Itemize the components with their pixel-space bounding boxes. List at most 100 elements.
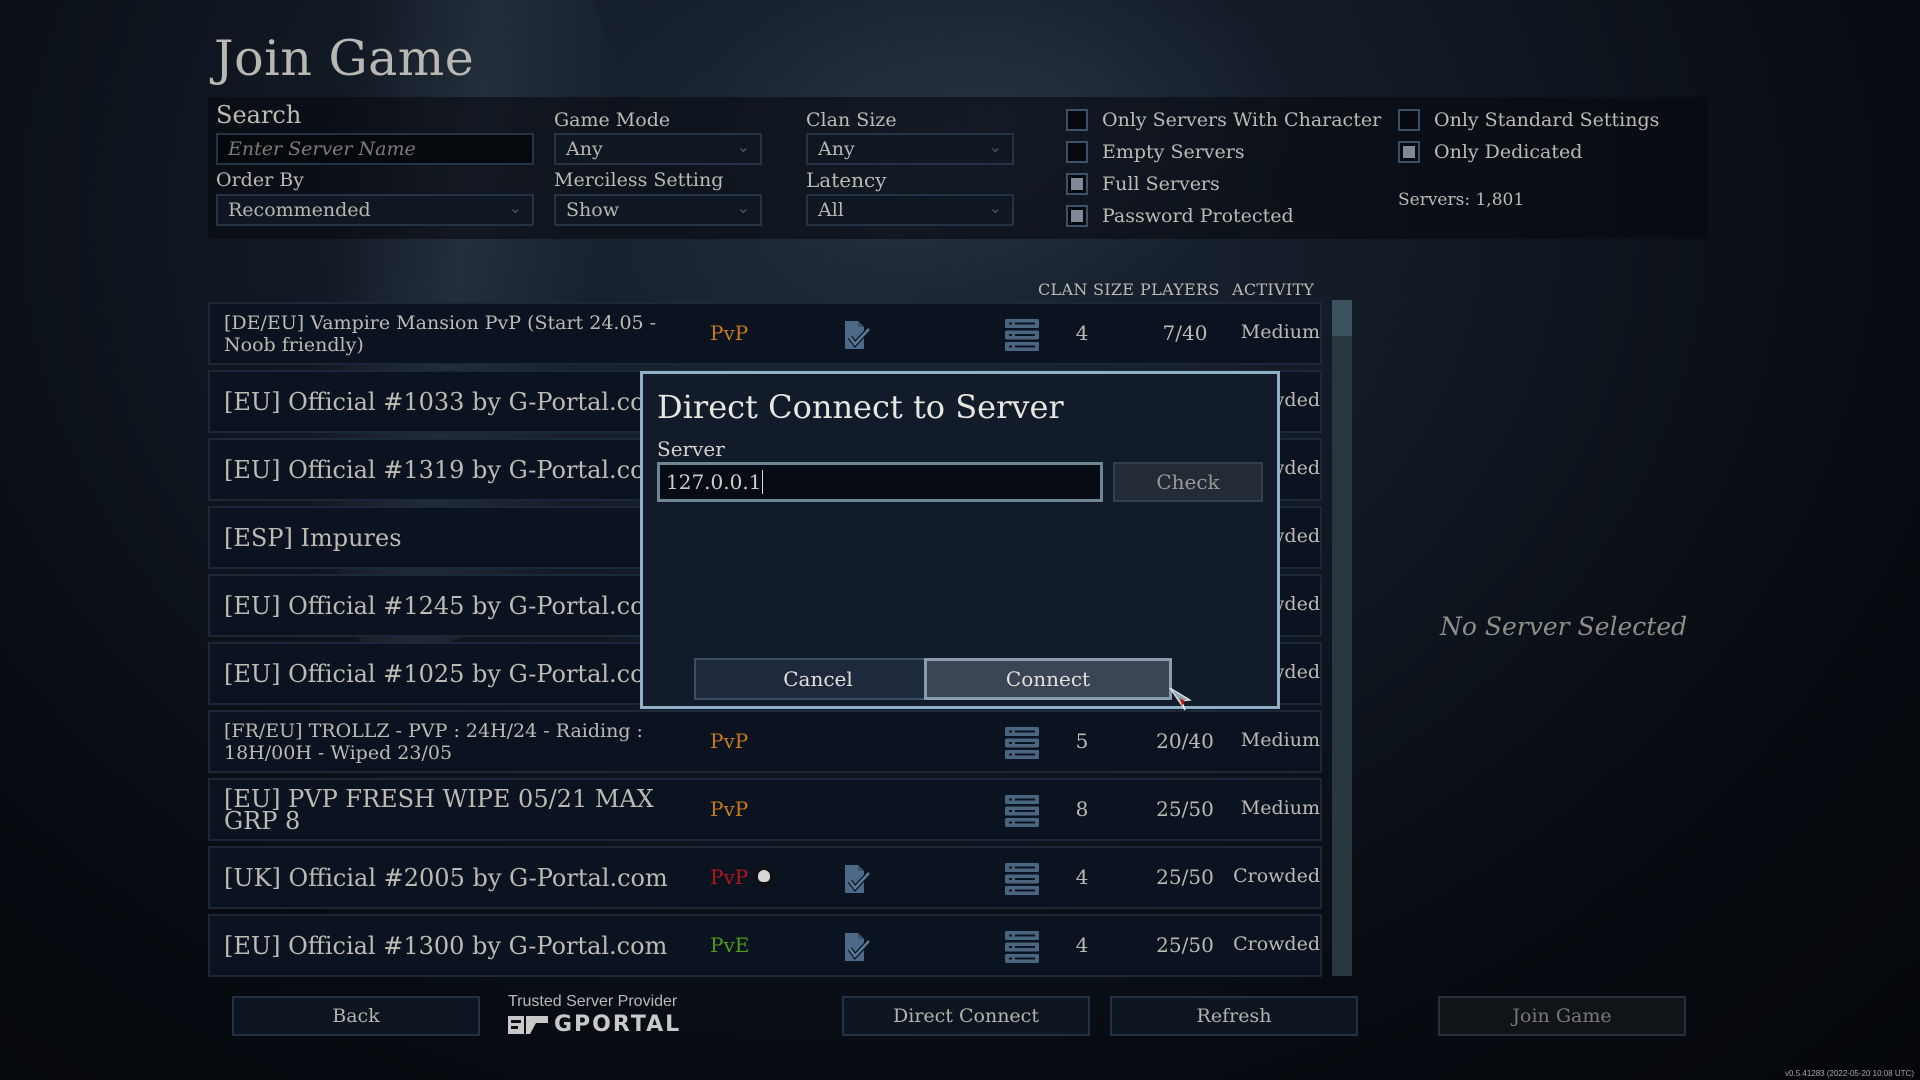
clan-size-icon — [1005, 727, 1039, 759]
server-name: [FR/EU] TROLLZ - PVP : 24H/24 - Raiding … — [224, 719, 643, 764]
text-caret — [762, 470, 764, 494]
player-count: 7/40 — [1162, 321, 1208, 345]
merciless-label: Merciless Setting — [554, 169, 724, 191]
chevron-down-icon: ⌄ — [988, 198, 1002, 217]
back-button[interactable]: Back — [232, 996, 480, 1036]
direct-connect-button[interactable]: Direct Connect — [842, 996, 1090, 1036]
server-count: Servers: 1,801 — [1398, 190, 1525, 210]
game-mode-tag: PvP — [710, 729, 748, 753]
clan-size-dropdown[interactable]: Any ⌄ — [806, 133, 1014, 165]
clan-size-value: Any — [818, 138, 855, 160]
refresh-button[interactable]: Refresh — [1110, 996, 1358, 1036]
server-address-label: Server — [657, 437, 725, 461]
chevron-down-icon: ⌄ — [736, 137, 750, 156]
official-server-icon — [845, 321, 871, 349]
clan-size-value: 4 — [1075, 933, 1089, 957]
check-button[interactable]: Check — [1113, 462, 1263, 502]
server-name: [EU] Official #1025 by G-Portal.com — [224, 659, 668, 688]
dialog-title: Direct Connect to Server — [657, 388, 1064, 426]
search-input[interactable]: Enter Server Name — [216, 133, 534, 165]
column-header-players[interactable]: PLAYERS — [1140, 280, 1220, 299]
cancel-button[interactable]: Cancel — [694, 658, 942, 700]
clan-size-value: 4 — [1075, 321, 1089, 345]
clan-size-icon — [1005, 795, 1039, 827]
order-by-label: Order By — [216, 169, 304, 191]
direct-connect-dialog: Direct Connect to Server Server 127.0.0.… — [640, 371, 1280, 709]
game-mode-text: PvP — [710, 321, 749, 345]
no-server-selected-text: No Server Selected — [1440, 612, 1688, 641]
game-mode-value: Any — [566, 138, 603, 160]
provider-name: GPORTAL — [554, 1012, 682, 1037]
gportal-provider-badge[interactable]: Trusted Server Provider GPORTAL — [508, 993, 681, 1037]
activity-level: Medium — [1240, 797, 1320, 819]
server-name: [EU] PVP FRESH WIPE 05/21 MAX GRP 8 — [224, 784, 654, 835]
server-row[interactable]: [DE/EU] Vampire Mansion PvP (Start 24.05… — [208, 302, 1322, 365]
merciless-skull-icon — [754, 867, 775, 887]
checkbox-only-dedicated[interactable]: Only Dedicated — [1398, 141, 1582, 163]
checkbox-box[interactable] — [1066, 141, 1088, 163]
join-game-button[interactable]: Join Game — [1438, 996, 1686, 1036]
column-header-activity[interactable]: ACTIVITY — [1232, 280, 1314, 299]
clan-size-value: 8 — [1075, 797, 1089, 821]
merciless-value: Show — [566, 199, 619, 221]
clan-size-value: 5 — [1075, 729, 1089, 753]
checkbox-only-servers-with-character[interactable]: Only Servers With Character — [1066, 109, 1381, 131]
chevron-down-icon: ⌄ — [508, 198, 522, 217]
server-row[interactable]: [EU] Official #1300 by G-Portal.com PvE … — [208, 914, 1322, 977]
page-title: Join Game — [214, 30, 475, 87]
server-name: [EU] Official #1319 by G-Portal.com — [224, 455, 668, 484]
server-row[interactable]: [UK] Official #2005 by G-Portal.com PvP … — [208, 846, 1322, 909]
checkbox-box[interactable] — [1066, 109, 1088, 131]
checkbox-only-standard-settings[interactable]: Only Standard Settings — [1398, 109, 1659, 131]
order-by-dropdown[interactable]: Recommended ⌄ — [216, 194, 534, 226]
game-mode-tag: PvP — [710, 797, 748, 821]
server-name: [ESP] Impures — [224, 523, 402, 552]
chevron-down-icon: ⌄ — [736, 198, 750, 217]
official-server-icon — [845, 865, 871, 893]
game-mode-text: PvE — [710, 933, 750, 957]
version-string: v0.5.41283 (2022-05-20 10:08 UTC) — [1785, 1069, 1914, 1078]
gportal-logo-icon — [508, 1015, 548, 1034]
checkbox-label: Only Dedicated — [1434, 141, 1583, 163]
order-by-value: Recommended — [228, 199, 371, 221]
checkbox-box[interactable] — [1066, 205, 1088, 227]
server-name: [EU] Official #1033 by G-Portal.com — [224, 387, 668, 416]
activity-level: Medium — [1240, 321, 1320, 343]
search-placeholder: Enter Server Name — [228, 138, 416, 160]
checkbox-box[interactable] — [1398, 109, 1420, 131]
activity-level: Crowded — [1233, 933, 1320, 955]
checkbox-box[interactable] — [1066, 173, 1088, 195]
player-count: 25/50 — [1156, 933, 1214, 957]
checkbox-full-servers[interactable]: Full Servers — [1066, 173, 1220, 195]
game-mode-label: Game Mode — [554, 109, 671, 131]
game-mode-tag: PvE — [710, 933, 749, 957]
server-row[interactable]: [FR/EU] TROLLZ - PVP : 24H/24 - Raiding … — [208, 710, 1322, 773]
server-row[interactable]: [EU] PVP FRESH WIPE 05/21 MAX GRP 8 PvP … — [208, 778, 1322, 841]
checkbox-empty-servers[interactable]: Empty Servers — [1066, 141, 1245, 163]
official-server-icon — [845, 933, 871, 961]
checkbox-label: Full Servers — [1102, 173, 1220, 195]
latency-dropdown[interactable]: All ⌄ — [806, 194, 1014, 226]
clan-size-icon — [1005, 319, 1039, 351]
server-address-input[interactable]: 127.0.0.1 — [657, 462, 1103, 502]
checkbox-password-protected[interactable]: Password Protected — [1066, 205, 1294, 227]
server-name: [EU] Official #1300 by G-Portal.com — [224, 931, 668, 960]
checkbox-label: Only Standard Settings — [1434, 109, 1660, 131]
player-count: 25/50 — [1156, 797, 1214, 821]
game-mode-text: PvP — [710, 797, 749, 821]
connect-button[interactable]: Connect — [924, 658, 1172, 700]
clan-size-icon — [1005, 931, 1039, 963]
checkbox-label: Password Protected — [1102, 205, 1294, 227]
server-name: [EU] Official #1245 by G-Portal.com — [224, 591, 668, 620]
merciless-dropdown[interactable]: Show ⌄ — [554, 194, 762, 226]
clan-size-icon — [1005, 863, 1039, 895]
checkbox-label: Empty Servers — [1102, 141, 1245, 163]
server-list-scrollbar[interactable] — [1332, 300, 1352, 976]
latency-value: All — [818, 199, 844, 221]
chevron-down-icon: ⌄ — [988, 137, 1002, 156]
checkbox-box[interactable] — [1398, 141, 1420, 163]
column-header-clan-size[interactable]: CLAN SIZE — [1038, 280, 1134, 299]
game-mode-dropdown[interactable]: Any ⌄ — [554, 133, 762, 165]
scrollbar-thumb[interactable] — [1332, 300, 1352, 336]
latency-label: Latency — [806, 168, 887, 192]
